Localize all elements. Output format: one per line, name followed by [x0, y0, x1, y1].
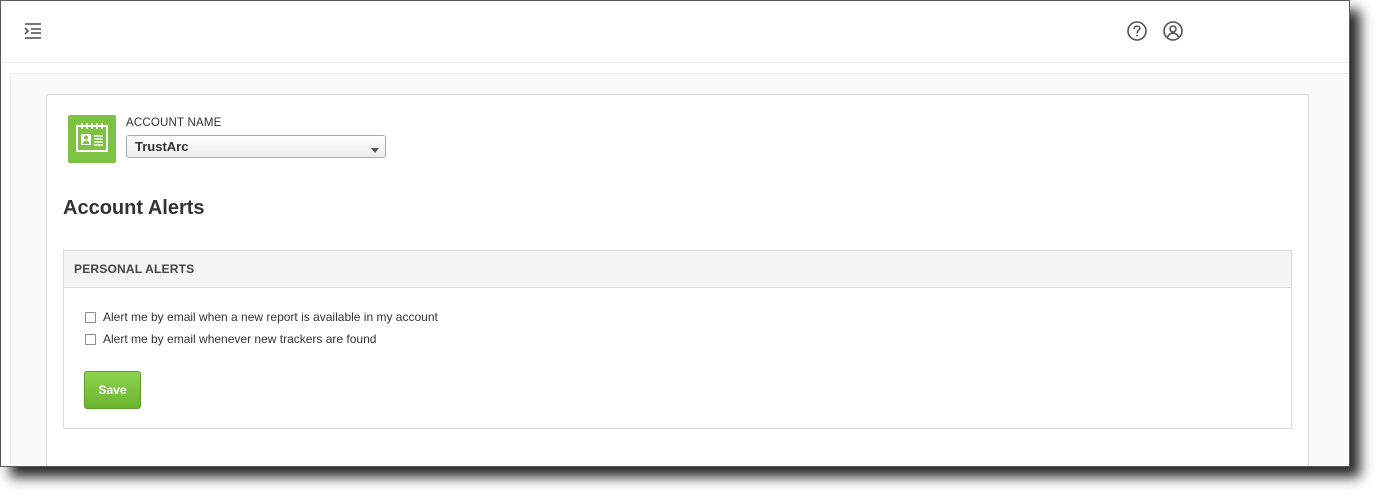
- report-alert-label: Alert me by email when a new report is a…: [103, 310, 438, 324]
- chevron-down-icon: [370, 142, 380, 153]
- app-window: ACCOUNT NAME TrustArc Account Alerts PER…: [0, 0, 1350, 467]
- account-name-label: ACCOUNT NAME: [126, 117, 222, 129]
- save-button[interactable]: Save: [84, 371, 141, 409]
- id-card-icon: [68, 115, 116, 163]
- trackers-alert-option[interactable]: Alert me by email whenever new trackers …: [85, 331, 376, 347]
- account-select-value: TrustArc: [135, 139, 189, 154]
- page-title: Account Alerts: [63, 197, 205, 219]
- personal-alerts-heading: PERSONAL ALERTS: [64, 251, 1291, 288]
- menu-collapse-icon[interactable]: [23, 21, 43, 41]
- user-circle-icon[interactable]: [1162, 20, 1184, 42]
- personal-alerts-panel: PERSONAL ALERTS Alert me by email when a…: [63, 250, 1292, 429]
- help-circle-icon[interactable]: [1126, 20, 1148, 42]
- account-alerts-card: ACCOUNT NAME TrustArc Account Alerts PER…: [46, 94, 1309, 466]
- report-alert-checkbox[interactable]: [85, 311, 96, 323]
- trackers-alert-checkbox[interactable]: [85, 333, 96, 345]
- report-alert-option[interactable]: Alert me by email when a new report is a…: [85, 309, 438, 325]
- trackers-alert-label: Alert me by email whenever new trackers …: [103, 332, 377, 346]
- top-bar: [1, 1, 1349, 63]
- account-select[interactable]: TrustArc: [126, 135, 386, 158]
